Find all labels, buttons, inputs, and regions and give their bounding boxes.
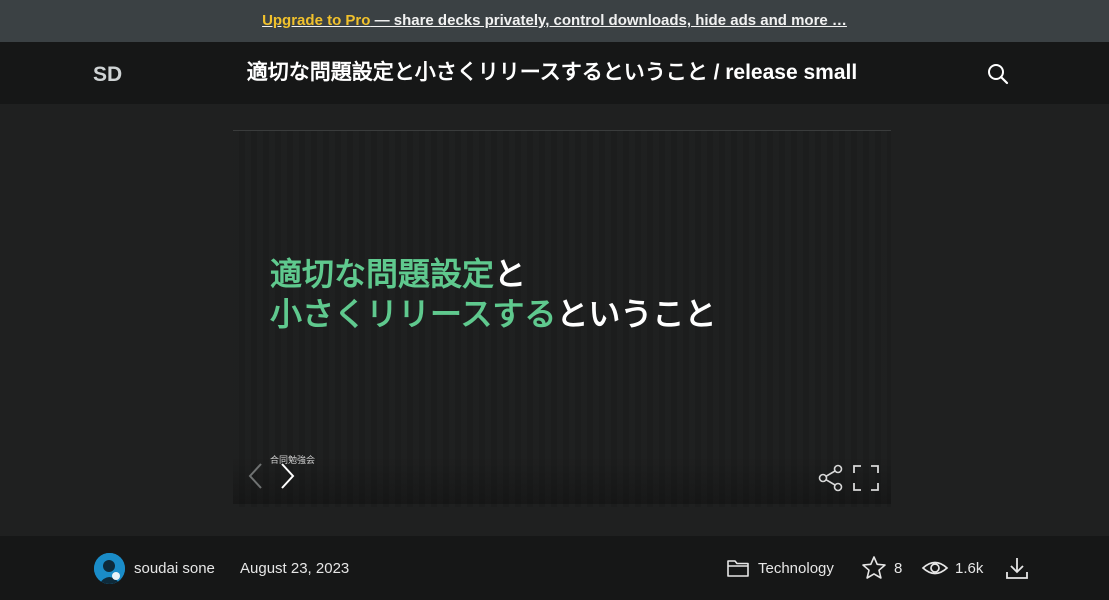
next-slide-icon[interactable] <box>276 461 298 491</box>
author-name[interactable]: soudai sone <box>134 560 215 577</box>
svg-text:SD: SD <box>93 63 122 84</box>
share-icon[interactable] <box>817 464 845 492</box>
upgrade-pro-text: Upgrade to Pro <box>262 12 371 29</box>
star-icon[interactable] <box>861 555 887 581</box>
slide-line2-green: 小さくリリースする <box>270 295 557 333</box>
deck-title: 適切な問題設定と小さくリリースするということ / release small <box>246 61 858 84</box>
slide-controls-bar <box>233 456 891 504</box>
previous-slide-icon[interactable] <box>245 461 267 491</box>
slide-line1-white: と <box>494 255 527 293</box>
slide-title-line-2: 小さくリリースするということ <box>270 289 716 335</box>
search-icon[interactable] <box>986 62 1010 86</box>
slide-viewer[interactable]: 適切な問題設定と 小さくリリースするということ 合同勉強会 <box>233 130 891 507</box>
download-icon[interactable] <box>1004 555 1030 581</box>
publish-date: August 23, 2023 <box>240 560 350 577</box>
slide-line2-white: ということ <box>556 295 717 333</box>
top-header: SD 適切な問題設定と小さくリリースするということ / release smal… <box>0 42 1109 104</box>
folder-icon <box>727 560 749 577</box>
speakerdeck-logo-icon[interactable]: SD <box>93 62 127 84</box>
upgrade-link[interactable]: Upgrade to Pro — share decks privately, … <box>262 12 847 29</box>
view-count: 1.6k <box>955 560 984 577</box>
deck-meta-bar: soudai sone August 23, 2023 Technology 8… <box>0 536 1109 600</box>
category-link[interactable]: Technology <box>758 560 834 577</box>
slide: 適切な問題設定と 小さくリリースするということ 合同勉強会 <box>233 131 891 507</box>
slide-line1-green: 適切な問題設定 <box>270 255 495 293</box>
views-eye-icon <box>921 561 949 575</box>
star-count: 8 <box>894 560 903 577</box>
promo-banner: Upgrade to Pro — share decks privately, … <box>0 0 1109 42</box>
upgrade-rest-text: — share decks privately, control downloa… <box>370 12 847 29</box>
avatar-image <box>94 553 125 584</box>
author-avatar[interactable] <box>94 553 125 584</box>
fullscreen-icon[interactable] <box>852 464 880 492</box>
